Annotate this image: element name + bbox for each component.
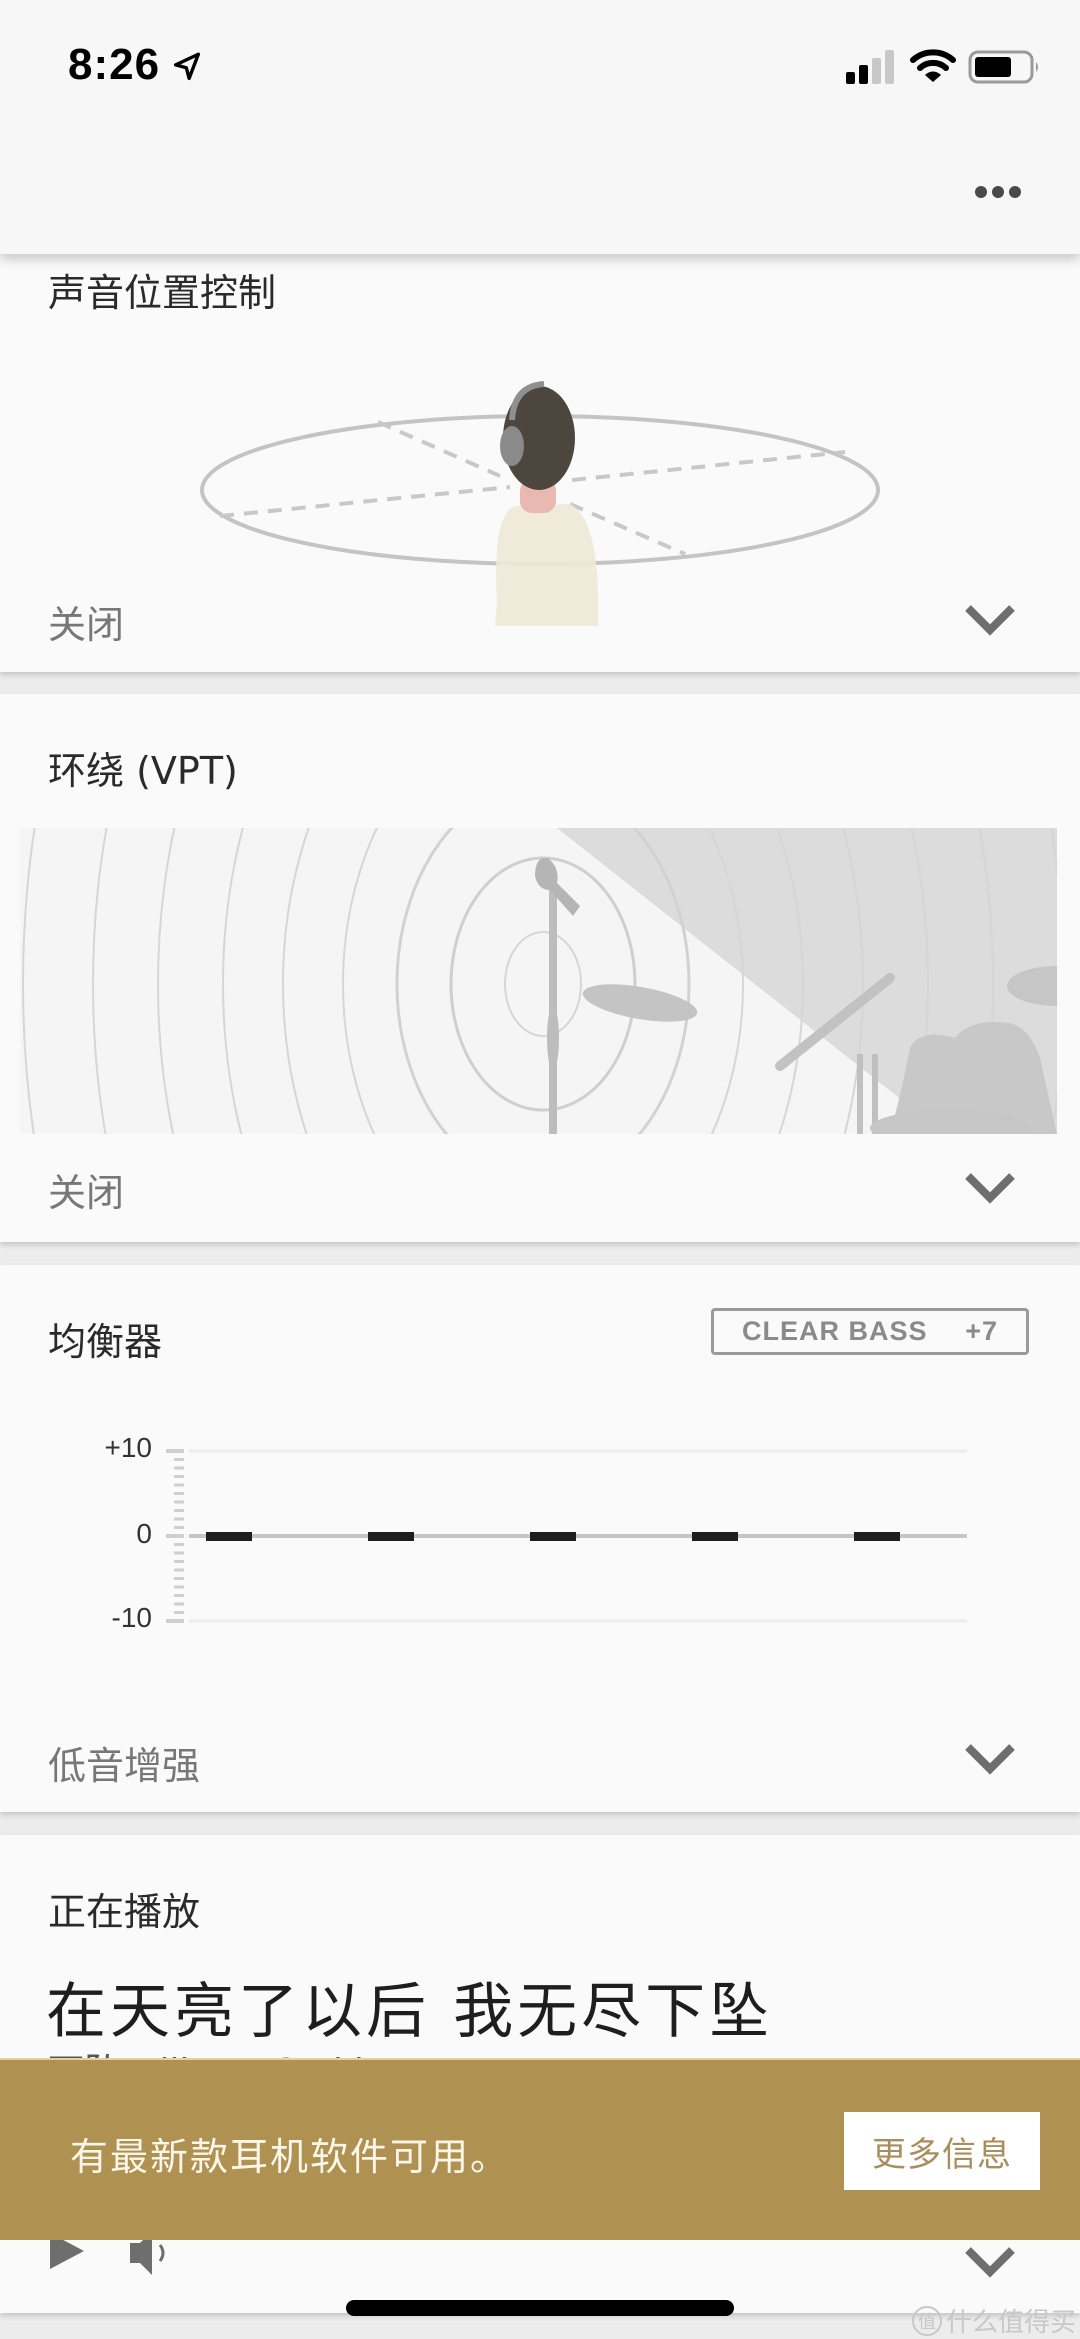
chevron-down-icon[interactable] (962, 600, 1018, 640)
battery-icon (968, 50, 1038, 84)
eq-band-marker[interactable] (368, 1532, 414, 1541)
chevron-down-icon[interactable] (962, 1168, 1018, 1208)
more-horizontal-icon (975, 186, 987, 198)
equalizer-chart[interactable] (0, 1435, 1080, 1635)
listener-illustration (200, 381, 880, 626)
app-header: 8:26 (0, 0, 1080, 254)
watermark-text: 什么值得买 (946, 2308, 1077, 2338)
eq-band-marker[interactable] (206, 1532, 252, 1541)
more-info-button[interactable]: 更多信息 (844, 2112, 1040, 2190)
surround-vpt-card[interactable]: 环绕 (VPT) 关闭 (0, 694, 1080, 1242)
sound-position-card[interactable]: 声音位置控制 关闭 (0, 254, 1080, 672)
clear-bass-badge[interactable]: CLEAR BASS +7 (711, 1308, 1029, 1355)
equalizer-preset: 低音增强 (48, 1744, 201, 1788)
status-time: 8:26 (68, 40, 161, 89)
more-horizontal-icon (1009, 186, 1021, 198)
eq-band-marker[interactable] (692, 1532, 738, 1541)
banner-message: 有最新款耳机软件可用。 (70, 2135, 511, 2179)
chevron-down-icon[interactable] (962, 2242, 1018, 2282)
equalizer-card[interactable]: 均衡器 CLEAR BASS +7 +10 0 -10 低音增强 (0, 1265, 1080, 1812)
surround-status: 关闭 (48, 1171, 125, 1215)
song-title: 在天亮了以后 我无尽下坠 (46, 1977, 774, 2047)
eq-band-marker[interactable] (530, 1532, 576, 1541)
chevron-down-icon[interactable] (962, 1739, 1018, 1779)
wifi-icon (910, 49, 956, 82)
eq-band-marker[interactable] (854, 1532, 900, 1541)
firmware-update-banner: 有最新款耳机软件可用。 更多信息 (0, 2058, 1080, 2240)
location-arrow-icon (173, 52, 201, 81)
card-title: 环绕 (VPT) (48, 749, 238, 793)
clear-bass-value: +7 (965, 1316, 998, 1346)
stage-illustration (20, 828, 1057, 1134)
home-indicator[interactable] (346, 2300, 734, 2316)
sound-position-status: 关闭 (48, 603, 125, 647)
card-title: 均衡器 (48, 1320, 163, 1364)
watermark: 值 什么值得买 (912, 2302, 1076, 2339)
card-title: 声音位置控制 (48, 271, 277, 315)
clear-bass-label: CLEAR BASS (742, 1316, 928, 1346)
more-horizontal-icon (992, 186, 1004, 198)
card-title: 正在播放 (48, 1890, 201, 1934)
more-options-button[interactable] (965, 172, 1031, 212)
watermark-logo-icon: 值 (912, 2305, 942, 2336)
cellular-signal-icon (846, 50, 894, 84)
